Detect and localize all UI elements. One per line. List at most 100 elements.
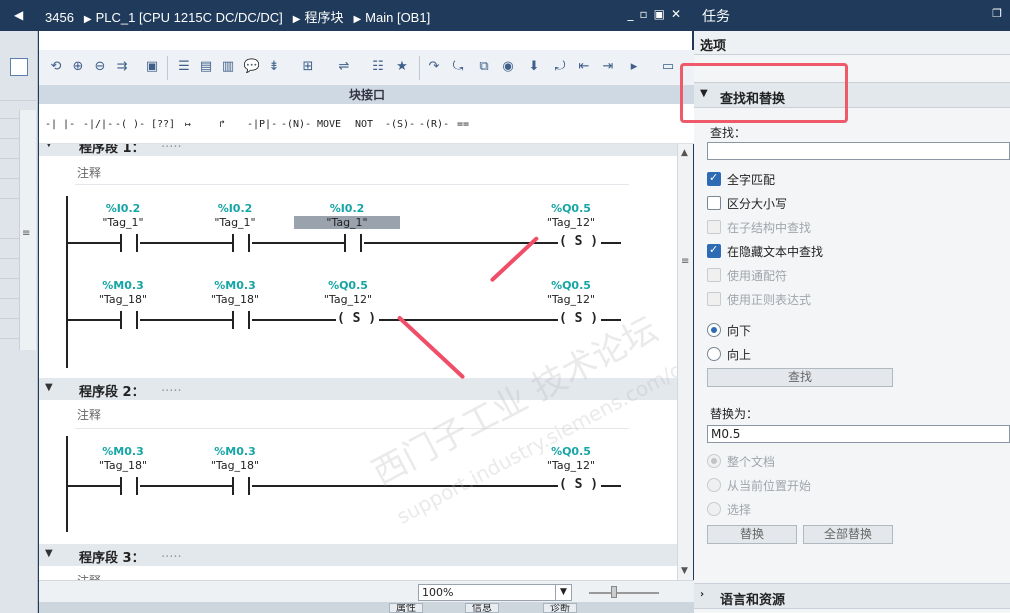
contact-tag-highlighted[interactable]: "Tag_1" [294,216,400,229]
download-icon[interactable]: ⬇ [525,58,543,76]
collapse-arrow-icon[interactable]: ◀ [14,8,23,22]
coil-tag[interactable]: "Tag_12" [531,459,611,472]
more-icon[interactable]: ▸ [625,58,643,76]
zoom-slider-thumb[interactable] [611,586,617,598]
contact-tag[interactable]: "Tag_18" [195,459,275,472]
scroll-down-icon[interactable]: ▼ [681,566,688,576]
goto-next-icon[interactable]: ⤿ [449,58,467,76]
direction-down-radio[interactable] [707,323,721,337]
contact-no[interactable] [120,477,138,495]
set-coil[interactable]: ( S ) [558,234,600,249]
block-interface-bar[interactable]: 块接口 [39,86,695,104]
goto-icon[interactable]: ↷ [425,58,443,76]
language-resources-section-header[interactable]: › 语言和资源 [694,583,1010,609]
match-case-checkbox[interactable] [707,196,721,210]
tag-info-icon[interactable]: ⇌ [335,58,353,76]
list-icon[interactable]: ☰ [175,58,193,76]
set-coil-button[interactable]: -(S)- [385,114,415,136]
table-icon[interactable]: ▤ [197,58,215,76]
tab-diagnostics[interactable]: 诊断 [543,603,577,613]
set-coil[interactable]: ( S ) [558,311,600,326]
reset-coil-button[interactable]: -(R)- [419,114,449,136]
network-1-comment[interactable]: 注释 [77,164,101,181]
positive-edge-button[interactable]: -|P|- [247,114,277,136]
editor-vertical-scrollbar[interactable]: ▲ ≡ ▼ [677,144,693,580]
chevron-down-icon[interactable]: ▼ [555,585,571,600]
breadcrumb-main-ob1[interactable]: Main [OB1] [365,10,430,25]
favorites-icon[interactable]: ★ [393,58,411,76]
contact-no[interactable] [120,311,138,329]
insert-network-icon[interactable]: ⊕ [69,58,87,76]
replace-all-button[interactable]: 全部替换 [803,525,893,544]
contact-tag[interactable]: "Tag_18" [83,459,163,472]
tree-tool-icon[interactable] [10,58,28,76]
set-coil[interactable]: ( S ) [558,477,600,492]
close-branch-button[interactable]: ↱ [219,114,225,136]
compare-icon[interactable]: ⧉ [475,58,493,76]
coil-tag[interactable]: "Tag_12" [531,293,611,306]
breadcrumb-project[interactable]: 3456 [45,10,74,25]
indent-icon[interactable]: ⇤ [575,58,593,76]
contact-no[interactable] [232,311,250,329]
search-hidden-text-checkbox[interactable] [707,243,721,258]
ladder-canvas[interactable]: ▼ 程序段 1： ..... 注释 ( S ) %I0.2 "Tag_1" %I… [39,144,677,580]
comment-icon[interactable]: 💬 [243,58,261,76]
direction-up-radio[interactable] [707,347,721,361]
compare-equal-button[interactable]: == [457,114,469,136]
block-icon[interactable]: ▣ [143,58,161,76]
coil-tag[interactable]: "Tag_12" [308,293,388,306]
reset-icon[interactable]: ⟲ [47,58,65,76]
scroll-up-icon[interactable]: ▲ [681,148,688,158]
upload-icon[interactable]: ⤾ [551,58,569,76]
chevron-right-icon[interactable]: › [700,589,704,600]
contact-tag[interactable]: "Tag_18" [195,293,275,306]
zoom-select[interactable]: 100% ▼ [418,584,572,601]
delete-network-icon[interactable]: ⊖ [91,58,109,76]
tab-properties[interactable]: 属性 [389,603,423,613]
contact-no[interactable] [232,234,250,252]
tag-display-icon[interactable]: ☷ [369,58,387,76]
layout-icon[interactable]: ▭ [659,58,677,76]
replace-button[interactable]: 替换 [707,525,797,544]
scroll-grip-icon[interactable]: ≡ [22,228,30,239]
scroll-grip-icon[interactable]: ≡ [681,256,689,267]
collapse-triangle-icon[interactable]: ▼ [45,382,53,393]
network-3-comment[interactable]: 注释 [77,572,101,580]
open-branch-button[interactable]: ↦ [185,114,191,136]
absolute-address-icon[interactable]: ⇟ [265,58,283,76]
breadcrumb-plc[interactable]: PLC_1 [CPU 1215C DC/DC/DC] [96,10,283,25]
contact-tag[interactable]: "Tag_1" [195,216,275,229]
float-window-icon[interactable]: ❐ [992,7,1002,20]
window-controls[interactable]: _▫▣✕ [627,7,687,21]
coil-button[interactable]: -( )- [115,114,145,136]
find-button[interactable]: 查找 [707,368,893,387]
insert-branch-icon[interactable]: ⇉ [113,58,131,76]
options-bar[interactable]: 选项 [694,31,1010,55]
monitor-icon[interactable]: ⊞ [299,58,317,76]
normally-open-contact-button[interactable]: -| |- [45,114,75,136]
network-title-placeholder[interactable]: ..... [161,546,182,561]
not-button[interactable]: NOT [355,114,373,136]
network-view-icon[interactable]: ▥ [219,58,237,76]
normally-closed-contact-button[interactable]: -|/|- [83,114,113,136]
whole-word-checkbox[interactable] [707,171,721,186]
negative-edge-button[interactable]: -(N)- [281,114,311,136]
collapse-triangle-icon[interactable]: ▼ [45,144,53,149]
monitor-toggle-icon[interactable]: ◉ [499,58,517,76]
contact-no[interactable] [120,234,138,252]
contact-tag[interactable]: "Tag_18" [83,293,163,306]
contact-no[interactable] [344,234,362,252]
network-title-placeholder[interactable]: ..... [161,380,182,395]
network-1-header[interactable]: ▼ 程序段 1： ..... [39,144,677,156]
replace-input[interactable]: M0.5 [707,425,1010,443]
set-coil[interactable]: ( S ) [336,311,378,326]
outdent-icon[interactable]: ⇥ [599,58,617,76]
network-3-header[interactable]: ▼ 程序段 3： ..... [39,544,677,566]
move-button[interactable]: MOVE [317,114,341,136]
network-2-comment[interactable]: 注释 [77,406,101,423]
zoom-slider-track[interactable] [589,592,659,594]
contact-no[interactable] [232,477,250,495]
network-title-placeholder[interactable]: ..... [161,144,182,151]
contact-tag[interactable]: "Tag_1" [83,216,163,229]
breadcrumb-program-blocks[interactable]: 程序块 [304,10,343,25]
